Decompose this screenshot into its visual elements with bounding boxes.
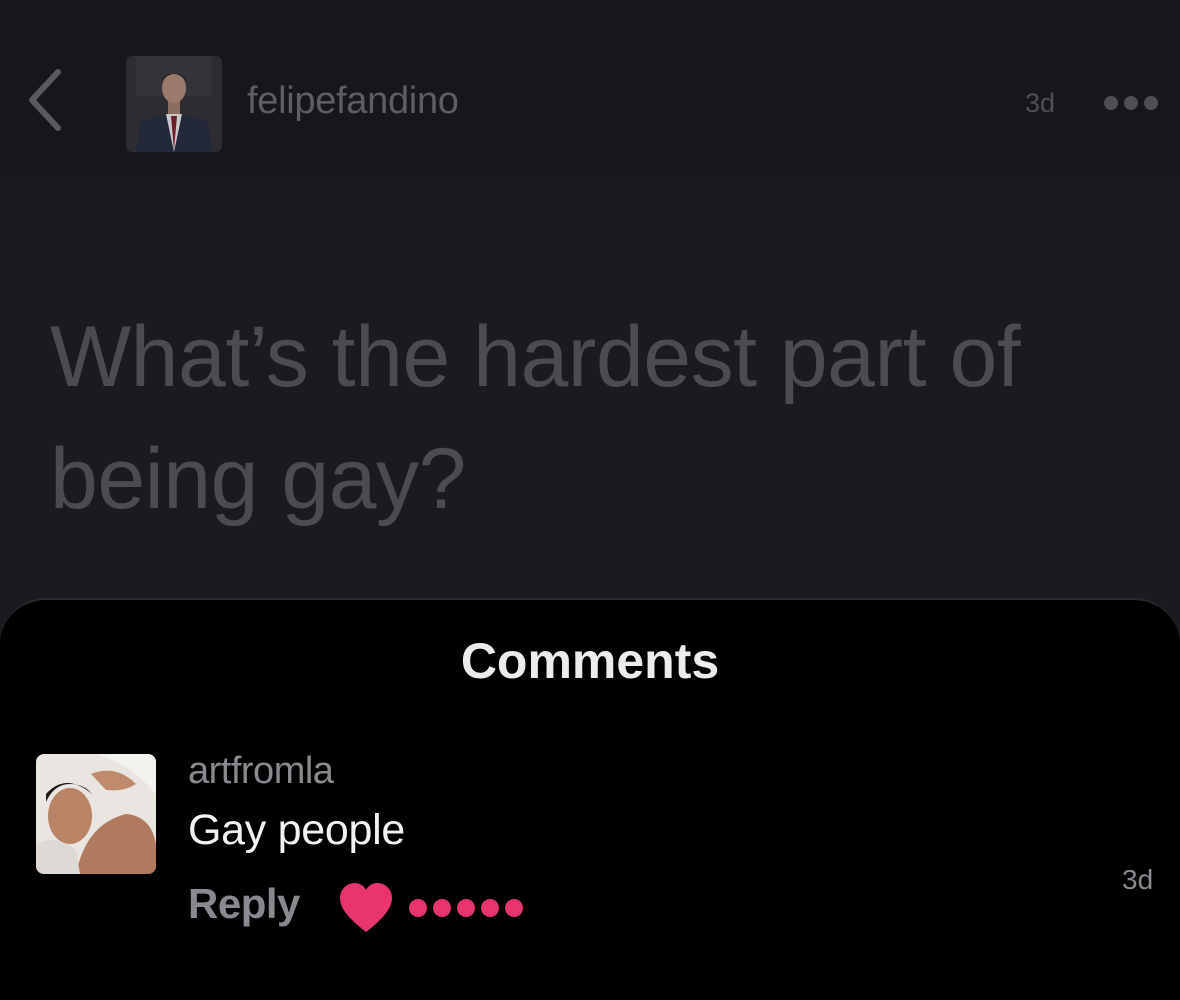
reaction-dot: [457, 899, 475, 917]
reaction-dot: [481, 899, 499, 917]
comment-text: Gay people: [188, 806, 405, 854]
back-button[interactable]: [22, 62, 72, 138]
reaction-dot: [433, 899, 451, 917]
author-avatar[interactable]: [126, 56, 222, 152]
reaction-dots-icon: [409, 899, 523, 917]
commenter-avatar[interactable]: [36, 754, 156, 874]
reaction-dot: [409, 899, 427, 917]
heart-icon: [340, 883, 392, 932]
comments-sheet: Comments artfromla Gay people Reply 3d: [0, 598, 1180, 1000]
chevron-left-icon: [29, 69, 61, 131]
commenter-avatar-image: [36, 754, 156, 874]
author-avatar-image: [126, 56, 222, 152]
reply-button[interactable]: Reply: [188, 880, 300, 928]
commenter-username[interactable]: artfromla: [188, 750, 334, 793]
like-button[interactable]: [338, 882, 394, 934]
reaction-dot: [505, 899, 523, 917]
post-timestamp: 3d: [1025, 88, 1056, 118]
post-header: felipefandino 3d: [0, 0, 1180, 176]
more-options-button[interactable]: [1102, 93, 1160, 113]
ellipsis-icon: [1104, 96, 1158, 110]
author-username[interactable]: felipefandino: [247, 80, 459, 123]
post-question: What’s the hardest part of being gay?: [50, 309, 1021, 527]
comment-timestamp: 3d: [1122, 864, 1154, 895]
comments-title: Comments: [460, 633, 720, 689]
reaction-rating: [408, 896, 526, 920]
